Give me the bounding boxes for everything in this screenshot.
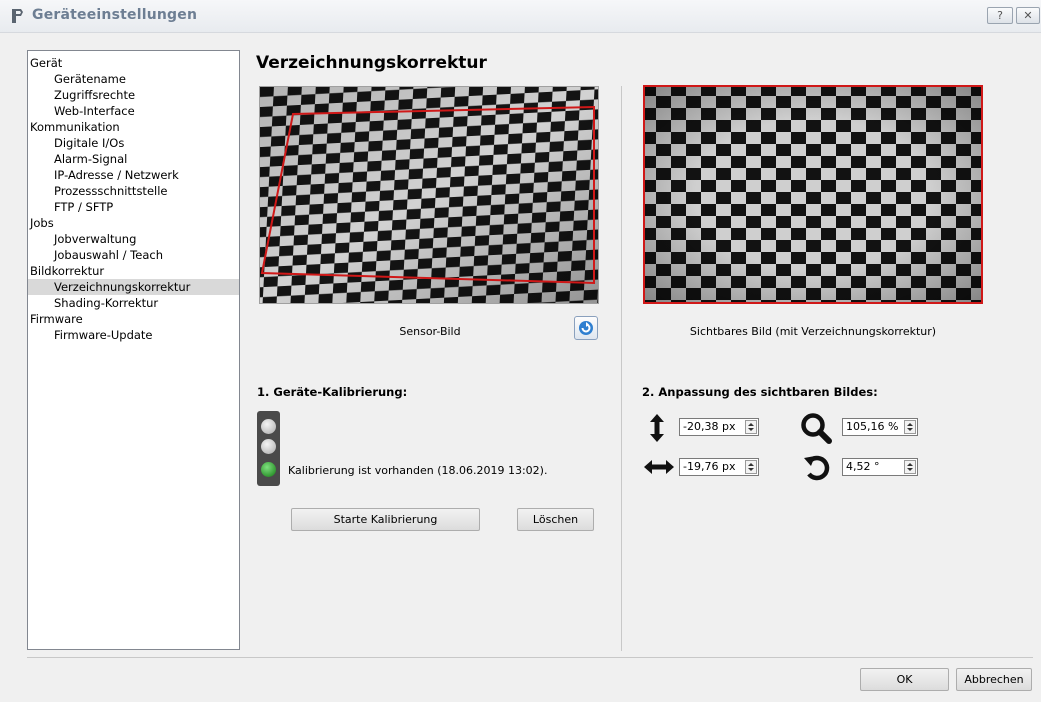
tree-item[interactable]: Verzeichnungskorrektur: [28, 279, 239, 295]
sensor-caption: Sensor-Bild: [399, 325, 461, 338]
window-title: Geräteeinstellungen: [32, 7, 198, 23]
spin-arrows-icon[interactable]: [745, 420, 757, 434]
title-bar: Geräteeinstellungen ? ✕: [0, 0, 1041, 33]
calibration-status-light: [257, 411, 280, 486]
close-button[interactable]: ✕: [1016, 7, 1040, 24]
zoom-spinbox[interactable]: 105,16 %: [842, 418, 918, 436]
zoom-icon: [801, 413, 832, 444]
status-lamp-off: [261, 419, 276, 434]
zoom-value: 105,16 %: [846, 420, 899, 433]
tree-item[interactable]: Web-Interface: [28, 103, 239, 119]
tree-item[interactable]: Zugriffsrechte: [28, 87, 239, 103]
adjust-heading: 2. Anpassung des sichtbaren Bildes:: [642, 385, 878, 399]
spin-arrows-icon[interactable]: [904, 460, 916, 474]
rotation-spinbox[interactable]: 4,52 °: [842, 458, 918, 476]
tree-item[interactable]: Shading-Korrektur: [28, 295, 239, 311]
spin-arrows-icon[interactable]: [904, 420, 916, 434]
help-button[interactable]: ?: [987, 7, 1013, 24]
start-calibration-button[interactable]: Starte Kalibrierung: [291, 508, 480, 531]
tree-category[interactable]: Kommunikation: [28, 119, 239, 135]
tree-item[interactable]: Digitale I/Os: [28, 135, 239, 151]
vertical-offset-icon: [650, 414, 664, 442]
tree-item[interactable]: Firmware-Update: [28, 327, 239, 343]
footer-divider: [27, 657, 1033, 658]
tree-item[interactable]: IP-Adresse / Netzwerk: [28, 167, 239, 183]
ok-button[interactable]: OK: [860, 668, 949, 691]
tree-item[interactable]: Alarm-Signal: [28, 151, 239, 167]
visible-image: [643, 85, 983, 304]
tree-item[interactable]: Prozessschnittstelle: [28, 183, 239, 199]
tree-item[interactable]: Jobauswahl / Teach: [28, 247, 239, 263]
tree-item[interactable]: Jobverwaltung: [28, 231, 239, 247]
delete-calibration-button[interactable]: Löschen: [517, 508, 594, 531]
tree-category[interactable]: Firmware: [28, 311, 239, 327]
visible-caption: Sichtbares Bild (mit Verzeichnungskorrek…: [689, 325, 937, 338]
vertical-offset-spinbox[interactable]: -20,38 px: [679, 418, 759, 436]
vertical-divider: [621, 86, 622, 651]
app-icon: [12, 9, 23, 23]
tree-category[interactable]: Jobs: [28, 215, 239, 231]
sensor-image: [259, 86, 599, 304]
vertical-offset-value: -20,38 px: [683, 420, 736, 433]
horizontal-offset-spinbox[interactable]: -19,76 px: [679, 458, 759, 476]
horizontal-offset-value: -19,76 px: [683, 460, 736, 473]
tree-category[interactable]: Gerät: [28, 55, 239, 71]
tree-category[interactable]: Bildkorrektur: [28, 263, 239, 279]
status-lamp-off: [261, 439, 276, 454]
spin-arrows-icon[interactable]: [745, 460, 757, 474]
tree-item[interactable]: Gerätename: [28, 71, 239, 87]
rotation-value: 4,52 °: [846, 460, 880, 473]
rotate-icon: [804, 455, 830, 481]
cancel-button[interactable]: Abbrechen: [956, 668, 1032, 691]
refresh-button[interactable]: [574, 316, 598, 340]
status-lamp-green: [261, 462, 276, 477]
calibration-status-text: Kalibrierung ist vorhanden (18.06.2019 1…: [288, 464, 548, 477]
tree-item[interactable]: FTP / SFTP: [28, 199, 239, 215]
refresh-icon: [579, 321, 593, 335]
settings-tree[interactable]: Gerät Gerätename Zugriffsrechte Web-Interfa…: [27, 50, 240, 650]
calibration-heading: 1. Geräte-Kalibrierung:: [257, 385, 408, 399]
page-title: Verzeichnungskorrektur: [256, 53, 487, 73]
horizontal-offset-icon: [644, 460, 674, 474]
